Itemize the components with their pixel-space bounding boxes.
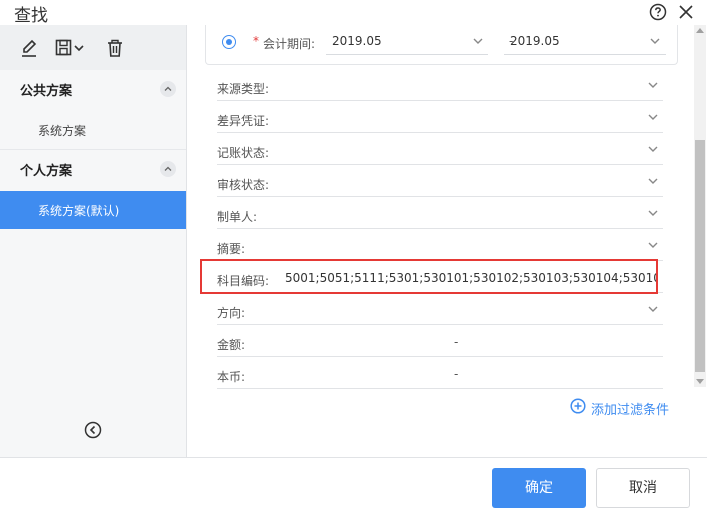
period-from-select[interactable]: 2019.05 bbox=[332, 34, 382, 48]
filter-panel: * 会计期间: 2019.05 - 2019.05 来源类型: 差异凭证: 记账… bbox=[187, 25, 707, 457]
chevron-down-icon[interactable] bbox=[647, 303, 659, 315]
filter-label: 本币: bbox=[217, 370, 246, 384]
chevron-down-icon[interactable] bbox=[647, 79, 659, 91]
period-radio[interactable] bbox=[222, 35, 236, 49]
filter-row-local-currency[interactable]: 本币: - bbox=[217, 357, 663, 389]
filter-row-diff-voucher[interactable]: 差异凭证: bbox=[217, 101, 663, 133]
filter-label: 摘要: bbox=[217, 242, 246, 256]
period-label: 会计期间: bbox=[263, 37, 316, 51]
account-code-highlight bbox=[200, 259, 658, 294]
confirm-button[interactable]: 确定 bbox=[492, 468, 586, 508]
chevron-down-icon[interactable] bbox=[472, 35, 484, 47]
save-icon[interactable] bbox=[55, 38, 85, 58]
scheme-item-label: 系统方案(默认) bbox=[38, 204, 120, 218]
filter-label: 金额: bbox=[217, 338, 246, 352]
scheme-item-label: 系统方案 bbox=[38, 124, 87, 138]
chevron-up-icon[interactable] bbox=[160, 81, 176, 97]
required-mark: * bbox=[253, 34, 259, 48]
collapse-icon[interactable] bbox=[84, 421, 102, 439]
section-public-schemes[interactable]: 公共方案 bbox=[0, 70, 186, 110]
edit-icon[interactable] bbox=[20, 38, 38, 58]
filter-row-amount[interactable]: 金额: - bbox=[217, 325, 663, 357]
accounting-period-row: * 会计期间: 2019.05 - 2019.05 bbox=[205, 25, 678, 65]
cancel-button[interactable]: 取消 bbox=[596, 468, 690, 508]
period-to-select[interactable]: 2019.05 bbox=[510, 34, 560, 48]
scheme-item-system[interactable]: 系统方案 bbox=[0, 111, 186, 149]
delete-icon[interactable] bbox=[106, 38, 124, 58]
dialog-title: 查找 bbox=[14, 6, 48, 26]
scroll-thumb[interactable] bbox=[695, 140, 705, 372]
scheme-toolbar bbox=[0, 25, 186, 70]
underline bbox=[504, 54, 666, 55]
scroll-up-arrow[interactable] bbox=[696, 28, 704, 33]
filter-label: 来源类型: bbox=[217, 82, 270, 96]
filter-row-preparer[interactable]: 制单人: bbox=[217, 197, 663, 229]
scheme-item-system-default[interactable]: 系统方案(默认) bbox=[0, 191, 186, 229]
chevron-down-icon[interactable] bbox=[647, 239, 659, 251]
chevron-up-icon[interactable] bbox=[160, 161, 176, 177]
filter-label: 记账状态: bbox=[217, 146, 270, 160]
add-circle-icon bbox=[570, 398, 586, 414]
filter-row-audit-status[interactable]: 审核状态: bbox=[217, 165, 663, 197]
chevron-down-icon[interactable] bbox=[647, 207, 659, 219]
range-separator: - bbox=[454, 367, 459, 381]
chevron-down-icon[interactable] bbox=[647, 175, 659, 187]
section-personal-schemes[interactable]: 个人方案 bbox=[0, 150, 186, 190]
filter-row-posting-status[interactable]: 记账状态: bbox=[217, 133, 663, 165]
add-filter-label: 添加过滤条件 bbox=[591, 403, 670, 418]
dialog-footer: 确定 取消 bbox=[0, 457, 707, 508]
filter-label: 制单人: bbox=[217, 210, 258, 224]
filter-label: 方向: bbox=[217, 306, 246, 320]
filter-label: 差异凭证: bbox=[217, 114, 270, 128]
filter-row-source-type[interactable]: 来源类型: bbox=[217, 69, 663, 101]
chevron-down-icon[interactable] bbox=[647, 143, 659, 155]
scroll-down-arrow[interactable] bbox=[696, 379, 704, 384]
filter-scrollbar[interactable] bbox=[694, 25, 706, 387]
dialog-titlebar: 查找 bbox=[0, 0, 707, 26]
section-title: 个人方案 bbox=[20, 164, 73, 179]
chevron-down-icon[interactable] bbox=[647, 111, 659, 123]
filter-row-summary[interactable]: 摘要: bbox=[217, 229, 663, 261]
section-title: 公共方案 bbox=[20, 84, 73, 99]
close-icon[interactable] bbox=[677, 3, 695, 21]
help-icon[interactable] bbox=[649, 3, 667, 21]
filter-label: 审核状态: bbox=[217, 178, 270, 192]
underline bbox=[326, 54, 488, 55]
chevron-down-icon[interactable] bbox=[649, 35, 661, 47]
scheme-sidebar: 公共方案 系统方案 个人方案 系统方案(默认) bbox=[0, 25, 187, 457]
range-separator: - bbox=[454, 335, 459, 349]
filter-row-direction[interactable]: 方向: bbox=[217, 293, 663, 325]
